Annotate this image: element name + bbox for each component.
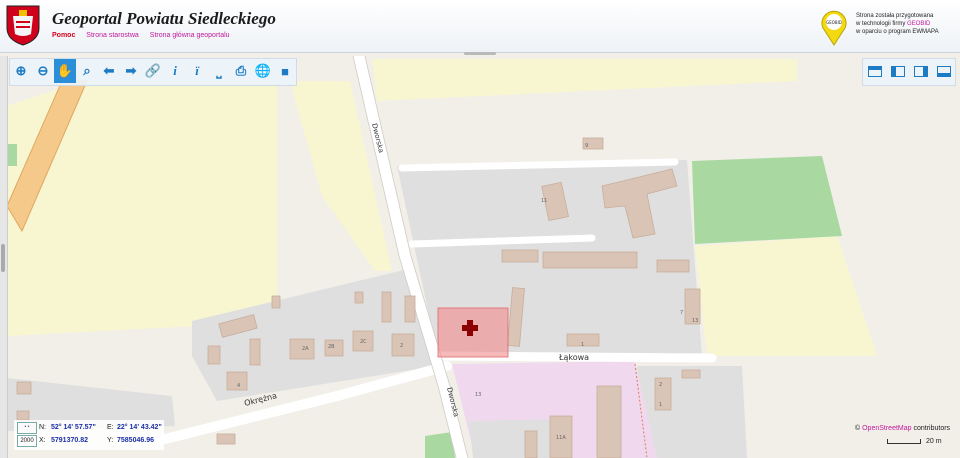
y-value: 7585046.96 (117, 437, 154, 444)
house-number: 2 (400, 343, 403, 349)
house-number: 7 (680, 310, 683, 316)
building (249, 338, 261, 366)
geoportal-home-link[interactable]: Strona główna geoportalu (150, 32, 230, 39)
globe-icon[interactable]: 🌐 (252, 59, 274, 83)
camera-icon[interactable]: ■ (274, 59, 296, 83)
pan-hand-icon[interactable]: ✋ (54, 59, 76, 83)
building (501, 249, 539, 263)
coat-of-arms-logo (6, 5, 40, 46)
side-panel-handle[interactable] (0, 56, 8, 458)
e-value: 22° 14' 43.42" (117, 424, 162, 431)
geobid-pin-logo: GEOBID (821, 10, 847, 46)
map-attribution: © OpenStreetMap contributors (855, 425, 951, 432)
building (354, 291, 364, 304)
info-text-icon[interactable]: ï (186, 59, 208, 83)
page-title: Geoportal Powiatu Siedleckiego (52, 9, 276, 28)
link-icon[interactable]: 🔗 (142, 59, 164, 83)
openstreetmap-link[interactable]: OpenStreetMap (862, 425, 911, 432)
house-number: 2A (302, 346, 309, 352)
info-icon[interactable]: i (164, 59, 186, 83)
house-number: 13 (692, 318, 698, 324)
map-toolbar: ⊕ ⊖ ✋ ⌕ ⬅ ➡ 🔗 i ï ⎵ ⎙ 🌐 ■ (9, 58, 297, 86)
grass-area (7, 144, 17, 166)
scale-bar (887, 439, 921, 444)
n-value: 52° 14' 57.57" (51, 424, 96, 431)
credit-text: Strona została przygotowana w technologi… (856, 13, 939, 35)
x-value: 5791370.82 (51, 437, 88, 444)
house-number: 2C (360, 339, 367, 345)
arrow-right-icon[interactable]: ➡ (120, 59, 142, 83)
zoom-box-icon[interactable]: ⌕ (76, 59, 98, 83)
house-number: 4 (237, 383, 240, 389)
layout-toolbar (862, 58, 956, 86)
zoom-out-icon[interactable]: ⊖ (32, 59, 54, 83)
layout-left-icon[interactable] (886, 59, 909, 83)
coordinates-panel: • • 2000 N: 52° 14' 57.57" E: 22° 14' 43… (14, 420, 164, 450)
house-number: 2B (328, 344, 335, 350)
building (542, 251, 638, 269)
n-label: N: (39, 424, 46, 431)
house-number: 11A (556, 435, 566, 441)
street-label-lakowa: Łąkowa (558, 353, 589, 362)
building (656, 259, 690, 273)
building (681, 369, 701, 379)
geobid-link[interactable]: GEOBID (907, 21, 930, 27)
grass-area (692, 156, 842, 244)
building (404, 295, 416, 323)
zoom-in-icon[interactable]: ⊕ (10, 59, 32, 83)
header: Geoportal Powiatu Siedleckiego Pomoc Str… (0, 0, 960, 53)
layout-right-icon[interactable] (909, 59, 932, 83)
side-panel-grip[interactable] (1, 244, 5, 272)
map-canvas[interactable]: Dworska Dworska Łąkowa Okrężna 9 11 7 13… (7, 56, 960, 458)
house-number: 2 (659, 382, 662, 388)
map-svg[interactable]: Dworska Dworska Łąkowa Okrężna 9 11 7 13… (7, 56, 960, 458)
layout-top-icon[interactable] (863, 59, 886, 83)
farmland-area (372, 59, 797, 101)
header-collapse-handle[interactable] (464, 52, 496, 55)
x-label: X: (39, 437, 46, 444)
crs-selector[interactable]: 2000 (17, 435, 37, 447)
measure-ruler-icon[interactable]: ⎵ (208, 59, 230, 83)
help-link[interactable]: Pomoc (52, 32, 75, 39)
building (16, 381, 32, 395)
house-number: 1 (659, 402, 662, 408)
house-number: 1 (581, 342, 584, 348)
building (271, 295, 281, 309)
building (16, 410, 30, 421)
house-number: 9 (585, 143, 588, 149)
fullscreen-icon[interactable] (932, 59, 955, 83)
building (654, 377, 672, 411)
header-links: Pomoc Strona starostwa Strona główna geo… (52, 32, 239, 39)
house-number: 13 (475, 392, 481, 398)
starostwo-link[interactable]: Strona starostwa (86, 32, 139, 39)
arrow-left-icon[interactable]: ⬅ (98, 59, 120, 83)
crs-toggle-icon[interactable]: • • (17, 422, 37, 434)
building (524, 430, 538, 458)
building (207, 345, 221, 365)
scale-label: 20 m (926, 438, 942, 445)
building (381, 291, 392, 323)
farmland-area (695, 236, 877, 356)
building (216, 433, 236, 445)
geobid-logo-text: GEOBID (826, 20, 842, 25)
building (596, 385, 622, 458)
print-icon[interactable]: ⎙ (230, 59, 252, 83)
y-label: Y: (107, 437, 114, 444)
e-label: E: (107, 424, 114, 431)
house-number: 11 (541, 198, 547, 204)
